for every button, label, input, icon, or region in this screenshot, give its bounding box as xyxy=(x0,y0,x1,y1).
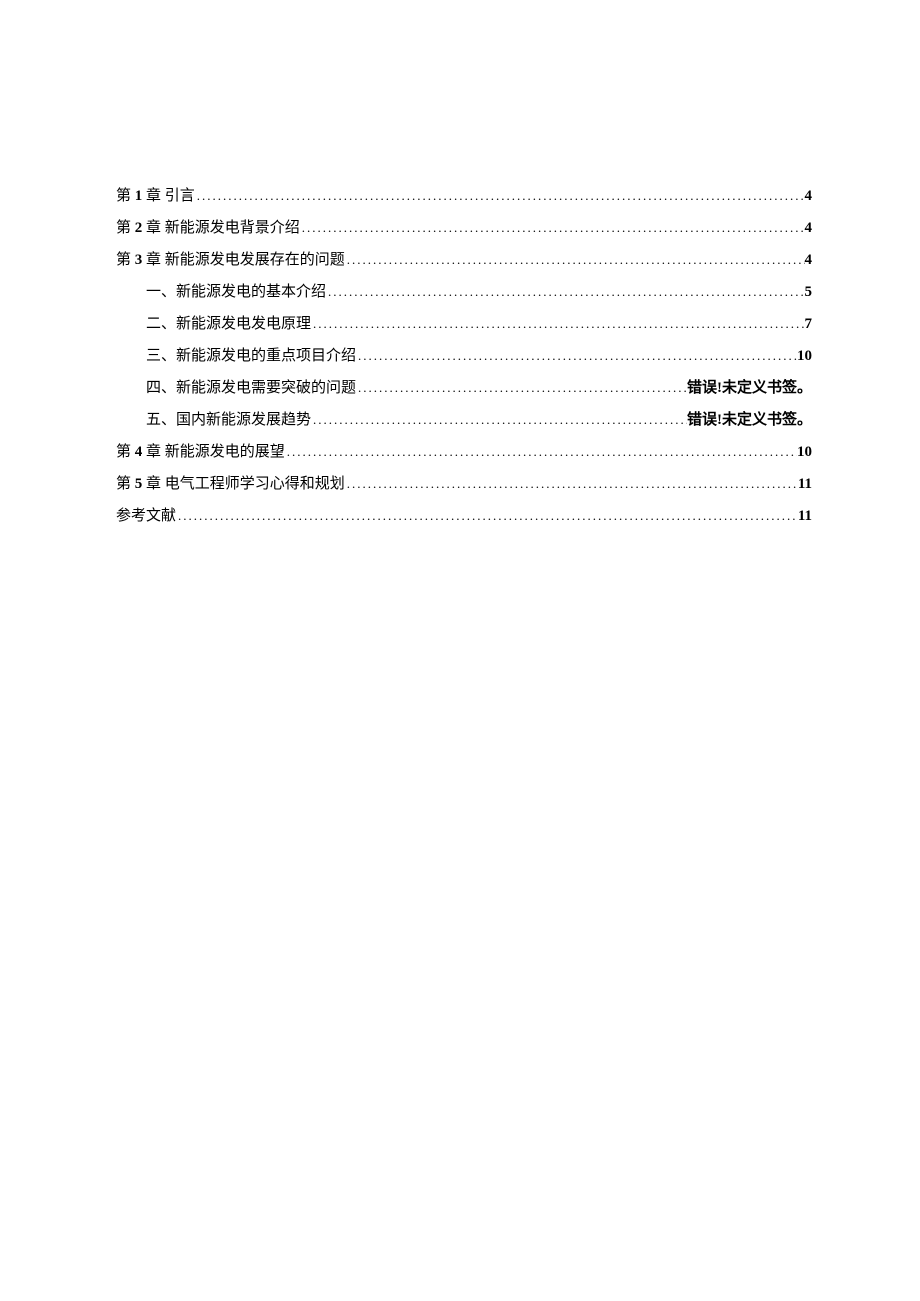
table-of-contents: 第 1 章 引言4第 2 章 新能源发电背景介绍4第 3 章 新能源发电发展存在… xyxy=(116,185,812,528)
toc-entry: 第 2 章 新能源发电背景介绍 4 xyxy=(116,217,812,240)
toc-page-number: 5 xyxy=(805,281,813,304)
toc-entry: 第 3 章 新能源发电发展存在的问题 4 xyxy=(116,249,812,272)
toc-leader-dots xyxy=(311,314,804,334)
toc-leader-dots xyxy=(345,250,805,270)
toc-page-number: 4 xyxy=(805,217,813,240)
toc-error-text: 错误!未定义书签。 xyxy=(687,377,812,400)
toc-leader-dots xyxy=(345,474,798,494)
toc-entry: 一、新能源发电的基本介绍 5 xyxy=(116,281,812,304)
toc-entry: 四、新能源发电需要突破的问题 错误!未定义书签。 xyxy=(116,377,812,400)
toc-leader-dots xyxy=(311,410,687,430)
toc-page-number: 4 xyxy=(805,185,813,208)
toc-page-number: 11 xyxy=(798,505,812,528)
toc-error-text: 错误!未定义书签。 xyxy=(687,409,812,432)
toc-leader-dots xyxy=(356,346,797,366)
toc-entry-label: 参考文献 xyxy=(116,505,176,528)
toc-page-number: 11 xyxy=(798,473,812,496)
toc-page-number: 7 xyxy=(805,313,813,336)
toc-entry-label: 第 1 章 引言 xyxy=(116,185,195,208)
toc-entry-label: 第 4 章 新能源发电的展望 xyxy=(116,441,285,464)
toc-entry: 三、新能源发电的重点项目介绍 10 xyxy=(116,345,812,368)
toc-entry-label: 三、新能源发电的重点项目介绍 xyxy=(146,345,356,368)
toc-page-number: 10 xyxy=(797,345,812,368)
toc-entry-label: 一、新能源发电的基本介绍 xyxy=(146,281,326,304)
toc-entry-label: 二、新能源发电发电原理 xyxy=(146,313,311,336)
toc-leader-dots xyxy=(176,506,798,526)
toc-entry-label: 第 2 章 新能源发电背景介绍 xyxy=(116,217,300,240)
toc-entry-label: 第 5 章 电气工程师学习心得和规划 xyxy=(116,473,345,496)
toc-entry: 第 5 章 电气工程师学习心得和规划 11 xyxy=(116,473,812,496)
toc-leader-dots xyxy=(195,186,805,206)
document-page: 第 1 章 引言4第 2 章 新能源发电背景介绍4第 3 章 新能源发电发展存在… xyxy=(0,0,920,528)
toc-entry: 五、国内新能源发展趋势 错误!未定义书签。 xyxy=(116,409,812,432)
toc-entry-label: 第 3 章 新能源发电发展存在的问题 xyxy=(116,249,345,272)
toc-leader-dots xyxy=(356,378,687,398)
toc-page-number: 4 xyxy=(805,249,813,272)
toc-entry-label: 五、国内新能源发展趋势 xyxy=(146,409,311,432)
toc-entry: 参考文献 11 xyxy=(116,505,812,528)
toc-page-number: 10 xyxy=(797,441,812,464)
toc-entry-label: 四、新能源发电需要突破的问题 xyxy=(146,377,356,400)
toc-entry: 二、新能源发电发电原理 7 xyxy=(116,313,812,336)
toc-entry: 第 1 章 引言 4 xyxy=(116,185,812,208)
toc-entry: 第 4 章 新能源发电的展望 10 xyxy=(116,441,812,464)
toc-leader-dots xyxy=(326,282,804,302)
toc-leader-dots xyxy=(300,218,805,238)
toc-leader-dots xyxy=(285,442,797,462)
